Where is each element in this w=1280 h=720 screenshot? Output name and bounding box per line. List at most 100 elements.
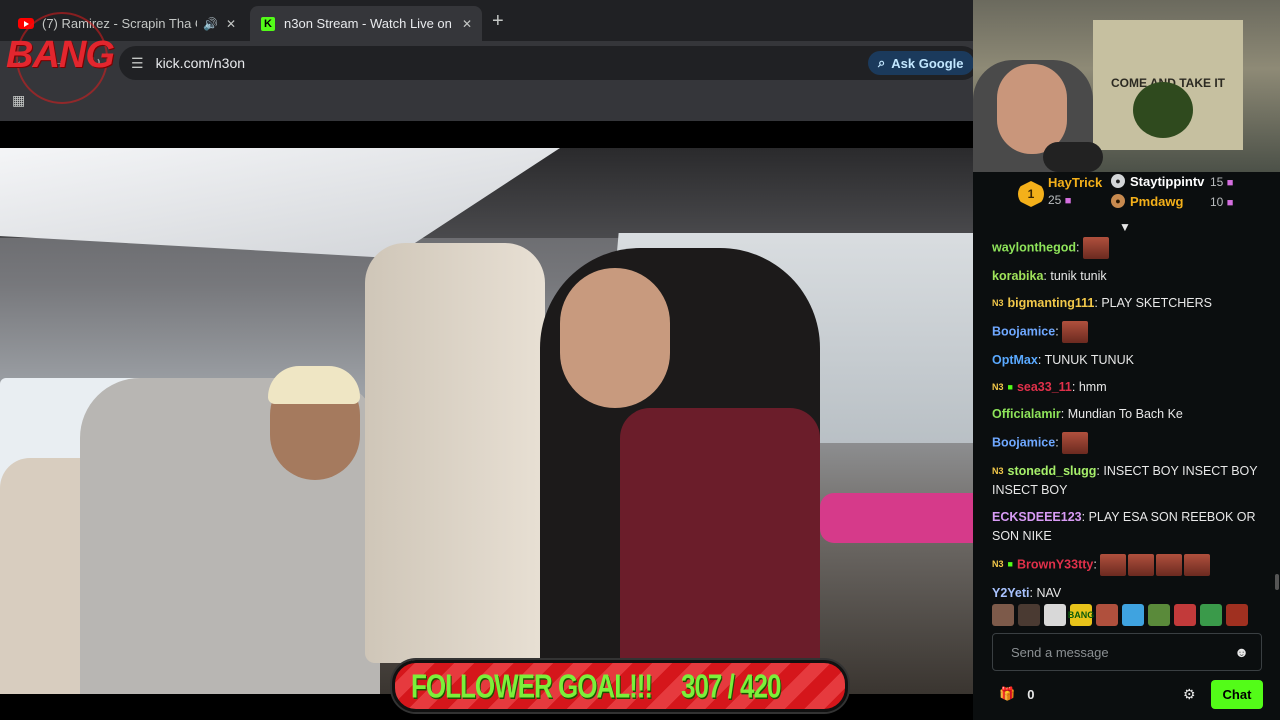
chat-text: hmm [1078,380,1107,394]
chat-message: N3 stonedd_slugg: INSECT BOY INSECT BOY I… [992,464,1258,497]
chat-username[interactable]: bigmanting111 [1008,296,1095,310]
message-input[interactable]: Send a message ☻ [992,633,1262,671]
subscriber-badge-icon: N3 [992,466,1004,476]
emote-icon [1082,237,1109,259]
chat-username[interactable]: sea33_11 [1017,380,1072,394]
chat-text: TUNUK TUNUK [1044,353,1134,367]
chat-username[interactable]: Officialamir [992,407,1061,421]
chat-text: tunik tunik [1050,269,1107,283]
gift-icon: ■ [1064,195,1072,207]
video-player[interactable] [0,148,973,694]
emote-bar: BANG [992,604,1272,628]
video-letterbox [0,694,392,720]
site-info-icon[interactable]: ☰ [131,55,144,72]
chat-send-button[interactable]: Chat [1211,680,1263,709]
chat-username[interactable]: waylonthegod [992,240,1076,254]
close-tab-icon[interactable]: ✕ [462,17,472,31]
gifter-name[interactable]: Pmdawg [1130,194,1183,209]
subscriber-badge-icon: N3 [992,382,1004,392]
chat-text: Mundian To Bach Ke [1067,407,1183,421]
chat-username[interactable]: Boojamice [992,324,1055,338]
url-text: kick.com/n3on [155,55,246,71]
chat-settings-icon[interactable]: ⚙ [1183,686,1196,703]
emote-icon [1062,432,1089,454]
gifter-count: 25 ■ [1048,193,1072,207]
chat-username[interactable]: Boojamice [992,435,1055,449]
emote-picker-icon[interactable] [1200,604,1222,626]
browser-toolbar: ← → ↻ ☰ kick.com/n3on [0,41,979,85]
follower-goal-bar: FOLLOWER GOAL!!! 307 / 420 [392,660,848,712]
emote-picker-icon[interactable] [1096,604,1118,626]
address-bar[interactable]: ☰ kick.com/n3on [119,46,979,80]
follower-goal-label: FOLLOWER GOAL!!! [411,665,653,705]
chat-messages: waylonthegod: korabika: tunik tunik N3 big… [992,237,1274,611]
chat-message: N3 ■ sea33_11: hmm [992,378,1274,397]
chat-message: Y2Yeti: NAV [992,586,1062,600]
emote-icon [1128,554,1155,576]
chat-message: OptMax: TUNUK TUNUK [992,353,1134,367]
emote-picker-icon[interactable] [1148,604,1170,626]
channel-points[interactable]: 🎁 0 [999,686,1034,702]
kick-favicon-icon: K [260,16,276,32]
chat-username[interactable]: Y2Yeti [992,586,1030,600]
new-tab-button[interactable]: + [492,10,504,33]
lens-icon: ⌕ [878,55,886,70]
tab-kick[interactable]: K n3on Stream - Watch Live on Ki ✕ [250,6,482,41]
emote-picker-icon[interactable] [1226,604,1248,626]
chat-message: ECKSDEEE123: PLAY ESA SON REEBOK OR SON … [992,510,1256,543]
chat-message: N3 ■ BrownY33tty: [992,554,1274,576]
gifter-count: 10 ■ [1210,195,1234,209]
chat-text: PLAY SKETCHERS [1101,296,1212,310]
video-letterbox [0,121,973,148]
gift-sub-badge-icon: ■ [1007,382,1013,392]
emote-icon [1156,554,1183,576]
chat-text: NAV [1036,586,1062,600]
gift-icon: ■ [1226,177,1234,189]
subscriber-badge-icon: N3 [992,559,1004,570]
emote-picker-icon[interactable] [1122,604,1144,626]
microphone [1043,142,1103,172]
door-ambient-light [820,493,973,543]
webcam-overlay: COME AND TAKE IT [973,0,1280,172]
chat-username[interactable]: OptMax [992,353,1038,367]
gifter-name[interactable]: HayTrick [1048,175,1102,190]
emote-picker-icon[interactable] [992,604,1014,626]
bang-logo-text: BANG [6,34,115,76]
emote-picker-icon[interactable] [1018,604,1040,626]
gifter-count: 15 ■ [1210,175,1234,189]
chat-username[interactable]: stonedd_slugg [1008,464,1097,478]
chat-message: Officialamir: Mundian To Bach Ke [992,407,1183,421]
chat-message: korabika: tunik tunik [992,269,1107,283]
ask-google-button[interactable]: ⌕ Ask Google [868,51,974,75]
subscriber-badge-icon: N3 [992,298,1004,308]
gift-icon: ■ [1226,197,1234,209]
emote-icon [1184,554,1211,576]
emote-icon [1100,554,1127,576]
chat-message: Boojamice: [992,432,1274,454]
emote-picker-icon[interactable] [1174,604,1196,626]
gift-sub-badge-icon: ■ [1007,559,1013,570]
chat-username[interactable]: ECKSDEEE123 [992,510,1082,524]
chat-panel: COME AND TAKE IT 1 HayTrick 25 ■ ● Stayt… [973,0,1280,720]
chat-message: Boojamice: [992,321,1274,343]
gifter-name[interactable]: Staytippintv [1130,174,1204,189]
silver-medal-icon: ● [1111,174,1125,188]
chat-footer: 🎁 0 ⚙ Chat [973,680,1280,720]
ask-google-label: Ask Google [891,55,964,71]
bang-logo-overlay: BANG [6,12,115,104]
chat-username[interactable]: korabika [992,269,1043,283]
emote-picker-icon[interactable]: BANG [1068,604,1094,626]
collapse-icon[interactable]: ▼ [1119,220,1131,234]
bronze-medal-icon: ● [1111,194,1125,208]
close-tab-icon[interactable]: ✕ [226,17,236,31]
streamer-face [997,64,1067,154]
chat-username[interactable]: BrownY33tty [1017,557,1093,571]
speaker-icon[interactable]: 🔊 [203,17,218,31]
chat-scrollbar[interactable] [1275,574,1279,590]
passenger-hair [268,366,360,404]
driver-top [620,408,820,694]
emoji-icon[interactable]: ☻ [1234,644,1249,660]
emote-picker-icon[interactable] [1044,604,1066,626]
tab-title: n3on Stream - Watch Live on Ki [284,16,454,31]
chat-message: N3 bigmanting111: PLAY SKETCHERS [992,294,1274,313]
